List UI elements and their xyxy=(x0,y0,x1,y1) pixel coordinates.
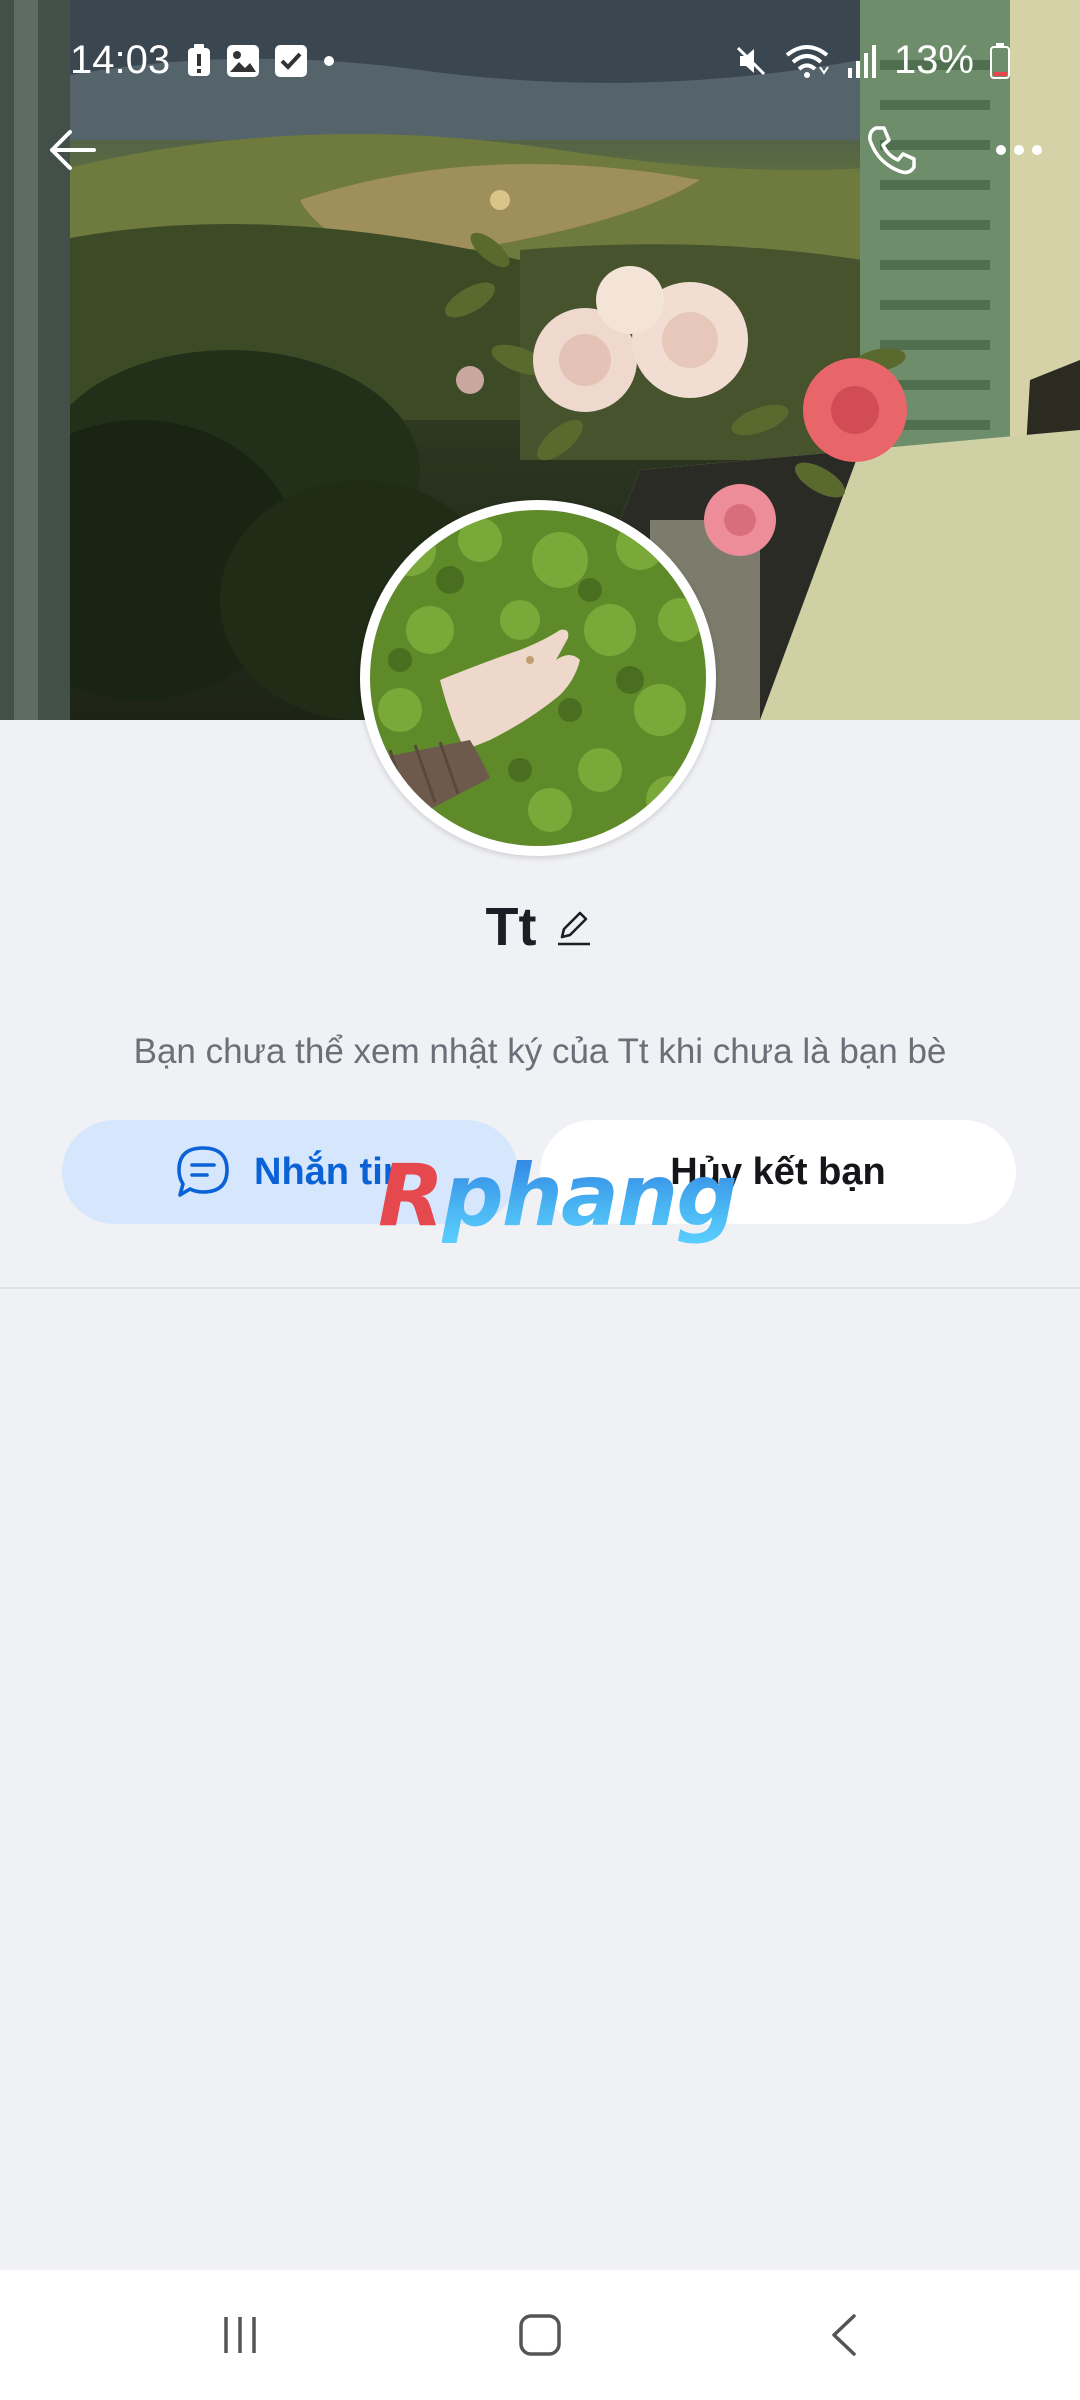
battery-alert-icon xyxy=(188,44,210,76)
home-button[interactable] xyxy=(460,2270,620,2400)
mute-icon xyxy=(736,46,765,75)
battery-percent: 13% xyxy=(893,38,974,82)
timeline-notice: Bạn chưa thể xem nhật ký của Tt khi chưa… xyxy=(133,1032,947,1071)
status-system-icons: 13% xyxy=(734,38,1010,83)
checkbox-icon xyxy=(275,45,307,77)
divider xyxy=(0,1287,1080,1289)
gallery-icon xyxy=(227,45,259,77)
back-arrow-icon[interactable] xyxy=(46,126,98,174)
avatar-image xyxy=(370,510,706,846)
phone-icon[interactable] xyxy=(864,122,920,178)
dot-icon xyxy=(324,56,334,66)
profile-name-row: Tt xyxy=(0,896,1080,958)
more-options-icon[interactable] xyxy=(994,142,1044,158)
signal-icon xyxy=(847,44,876,78)
profile-name: Tt xyxy=(485,897,537,957)
status-time: 14:03 xyxy=(70,38,171,82)
wifi-icon xyxy=(785,44,829,78)
status-bar: 14:03 13% xyxy=(0,0,1080,118)
back-icon xyxy=(832,2314,856,2356)
system-nav-bar xyxy=(0,2270,1080,2400)
recent-apps-icon xyxy=(224,2317,256,2353)
watermark-logo: Rphang xyxy=(378,1146,738,1246)
battery-icon xyxy=(990,42,1010,79)
status-notification-icons xyxy=(186,44,336,78)
nav-back-button[interactable] xyxy=(764,2270,924,2400)
avatar[interactable] xyxy=(360,500,716,856)
recent-apps-button[interactable] xyxy=(160,2270,320,2400)
pencil-icon[interactable] xyxy=(554,907,594,947)
home-icon xyxy=(519,2314,561,2356)
chat-bubble-icon xyxy=(177,1146,229,1197)
